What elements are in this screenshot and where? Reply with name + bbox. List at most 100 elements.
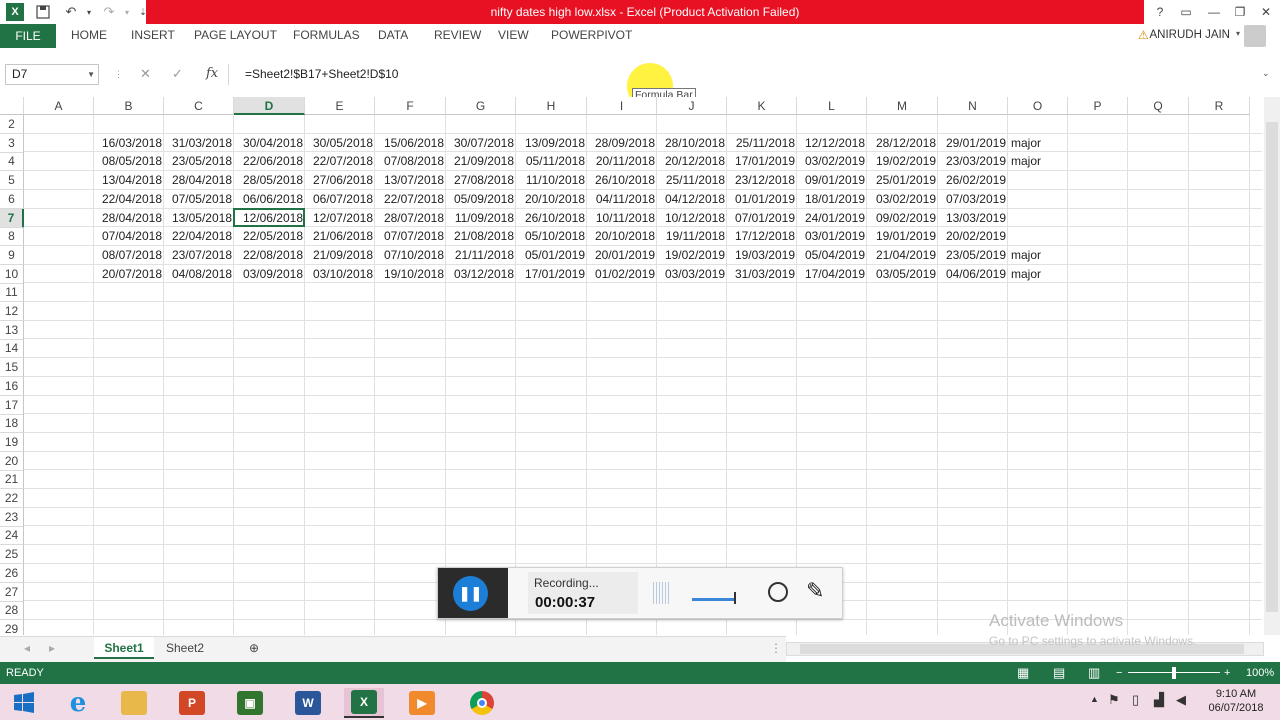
- cell-o8[interactable]: [1008, 227, 1068, 246]
- avatar[interactable]: [1244, 25, 1266, 47]
- minimize-button[interactable]: —: [1200, 0, 1228, 24]
- cell-j8[interactable]: 19/11/2018: [657, 227, 727, 246]
- row-header-12[interactable]: 12: [0, 302, 24, 321]
- cell-n4[interactable]: 23/03/2019: [938, 152, 1008, 171]
- cell-i4[interactable]: 20/11/2018: [587, 152, 657, 171]
- column-header-r[interactable]: R: [1189, 97, 1250, 115]
- row-header-15[interactable]: 15: [0, 358, 24, 378]
- cell-b6[interactable]: 22/04/2018: [94, 190, 164, 209]
- cell-e3[interactable]: 30/05/2018: [305, 134, 375, 153]
- insert-function-icon[interactable]: fx: [206, 66, 218, 81]
- cell-d4[interactable]: 22/06/2018: [234, 152, 305, 171]
- cell-f7[interactable]: 28/07/2018: [375, 209, 446, 228]
- normal-view-icon[interactable]: ▦: [1017, 662, 1029, 684]
- cell-i9[interactable]: 20/01/2019: [587, 246, 657, 265]
- cell-b5[interactable]: 13/04/2018: [94, 171, 164, 190]
- row-header-4[interactable]: 4: [0, 152, 24, 172]
- cell-g7[interactable]: 11/09/2018: [446, 209, 516, 228]
- row-header-22[interactable]: 22: [0, 489, 24, 508]
- column-header-a[interactable]: A: [24, 97, 94, 115]
- column-header-f[interactable]: F: [375, 97, 446, 115]
- cell-i5[interactable]: 26/10/2018: [587, 171, 657, 190]
- cell-n3[interactable]: 29/01/2019: [938, 134, 1008, 153]
- name-box[interactable]: D7 ▼: [5, 64, 99, 85]
- column-header-n[interactable]: N: [938, 97, 1008, 115]
- cell-e6[interactable]: 06/07/2018: [305, 190, 375, 209]
- cell-b7[interactable]: 28/04/2018: [94, 209, 164, 228]
- restore-button[interactable]: ❐: [1226, 0, 1254, 24]
- name-box-dropdown-icon[interactable]: ▼: [87, 65, 95, 84]
- cell-b9[interactable]: 08/07/2018: [94, 246, 164, 265]
- cell-o3[interactable]: major: [1008, 134, 1068, 153]
- column-header-m[interactable]: M: [867, 97, 938, 115]
- volume-icon[interactable]: ◀: [1176, 692, 1186, 708]
- cell-g5[interactable]: 27/08/2018: [446, 171, 516, 190]
- save-icon[interactable]: [34, 3, 52, 21]
- cell-d9[interactable]: 22/08/2018: [234, 246, 305, 265]
- cell-g10[interactable]: 03/12/2018: [446, 265, 516, 284]
- cell-g8[interactable]: 21/08/2018: [446, 227, 516, 246]
- cell-m8[interactable]: 19/01/2019: [867, 227, 938, 246]
- page-break-preview-icon[interactable]: ▥: [1088, 662, 1100, 684]
- cell-k10[interactable]: 31/03/2019: [727, 265, 797, 284]
- column-header-h[interactable]: H: [516, 97, 587, 115]
- cell-m3[interactable]: 28/12/2018: [867, 134, 938, 153]
- cell-d8[interactable]: 22/05/2018: [234, 227, 305, 246]
- cell-j10[interactable]: 03/03/2019: [657, 265, 727, 284]
- battery-icon[interactable]: ▯: [1132, 692, 1139, 708]
- cell-k8[interactable]: 17/12/2018: [727, 227, 797, 246]
- row-header-26[interactable]: 26: [0, 563, 24, 583]
- cell-f8[interactable]: 07/07/2018: [375, 227, 446, 246]
- cell-m10[interactable]: 03/05/2019: [867, 265, 938, 284]
- tab-home[interactable]: HOME: [71, 24, 107, 46]
- row-header-13[interactable]: 13: [0, 320, 24, 340]
- cell-c3[interactable]: 31/03/2018: [164, 134, 234, 153]
- column-header-c[interactable]: C: [164, 97, 234, 115]
- cell-o7[interactable]: [1008, 209, 1068, 228]
- row-header-24[interactable]: 24: [0, 526, 24, 546]
- cell-c5[interactable]: 28/04/2018: [164, 171, 234, 190]
- cell-c7[interactable]: 13/05/2018: [164, 209, 234, 228]
- ribbon-display-options-icon[interactable]: ▭: [1172, 0, 1200, 24]
- cell-j3[interactable]: 28/10/2018: [657, 134, 727, 153]
- cell-d6[interactable]: 06/06/2018: [234, 190, 305, 209]
- cell-n9[interactable]: 23/05/2019: [938, 246, 1008, 265]
- cell-g3[interactable]: 30/07/2018: [446, 134, 516, 153]
- cancel-icon[interactable]: ✕: [140, 66, 151, 82]
- column-header-l[interactable]: L: [797, 97, 867, 115]
- cell-g9[interactable]: 21/11/2018: [446, 246, 516, 265]
- cell-i10[interactable]: 01/02/2019: [587, 265, 657, 284]
- cell-o10[interactable]: major: [1008, 265, 1068, 284]
- cell-k4[interactable]: 17/01/2019: [727, 152, 797, 171]
- tab-sheet1[interactable]: Sheet1: [94, 637, 154, 659]
- cell-e5[interactable]: 27/06/2018: [305, 171, 375, 190]
- cell-h9[interactable]: 05/01/2019: [516, 246, 587, 265]
- zoom-level[interactable]: 100%: [1246, 662, 1274, 684]
- enter-icon[interactable]: ✓: [172, 66, 183, 82]
- cell-k3[interactable]: 25/11/2018: [727, 134, 797, 153]
- zoom-out-icon[interactable]: −: [1116, 662, 1122, 684]
- cell-l9[interactable]: 05/04/2019: [797, 246, 867, 265]
- formula-input[interactable]: =Sheet2!$B17+Sheet2!D$10: [228, 64, 1278, 85]
- pause-button[interactable]: ❚❚: [453, 576, 488, 611]
- cell-k5[interactable]: 23/12/2018: [727, 171, 797, 190]
- cell-k9[interactable]: 19/03/2019: [727, 246, 797, 265]
- column-header-j[interactable]: J: [657, 97, 727, 115]
- cell-b3[interactable]: 16/03/2018: [94, 134, 164, 153]
- cell-l6[interactable]: 18/01/2019: [797, 190, 867, 209]
- column-header-i[interactable]: I: [587, 97, 657, 115]
- cell-n10[interactable]: 04/06/2019: [938, 265, 1008, 284]
- column-header-o[interactable]: O: [1008, 97, 1068, 115]
- word-icon[interactable]: W: [288, 688, 328, 718]
- cell-c8[interactable]: 22/04/2018: [164, 227, 234, 246]
- cell-e10[interactable]: 03/10/2018: [305, 265, 375, 284]
- cell-g4[interactable]: 21/09/2018: [446, 152, 516, 171]
- tab-page-layout[interactable]: PAGE LAYOUT: [194, 24, 277, 46]
- cell-f6[interactable]: 22/07/2018: [375, 190, 446, 209]
- row-header-6[interactable]: 6: [0, 189, 24, 209]
- column-header-b[interactable]: B: [94, 97, 164, 115]
- cell-m4[interactable]: 19/02/2019: [867, 152, 938, 171]
- cell-m9[interactable]: 21/04/2019: [867, 246, 938, 265]
- cell-l5[interactable]: 09/01/2019: [797, 171, 867, 190]
- cell-h4[interactable]: 05/11/2018: [516, 152, 587, 171]
